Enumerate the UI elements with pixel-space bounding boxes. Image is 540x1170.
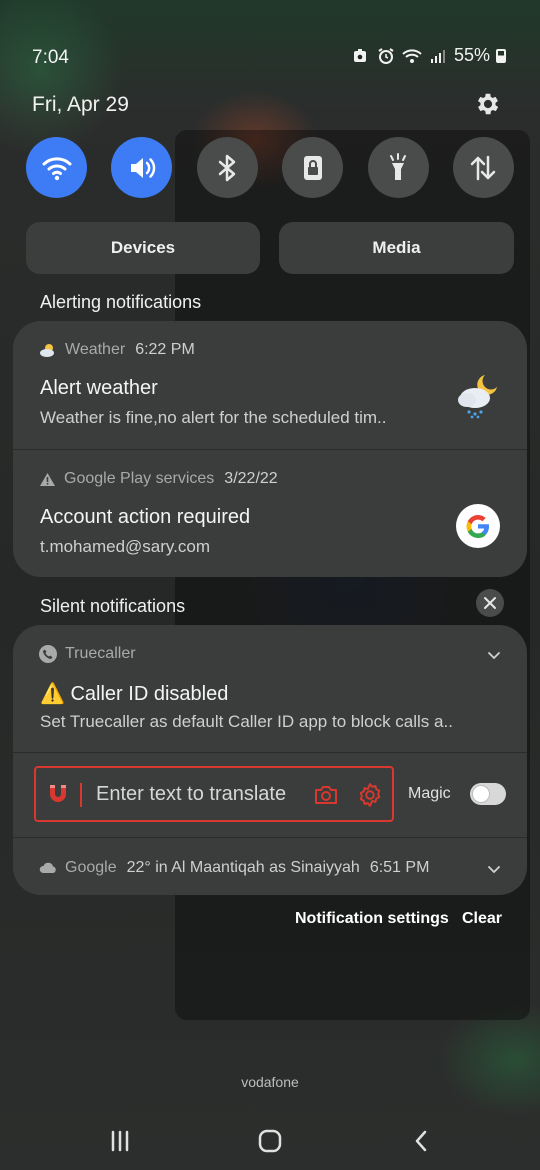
devices-button[interactable]: Devices — [26, 222, 260, 274]
status-icons: 55% — [350, 45, 506, 66]
media-button[interactable]: Media — [279, 222, 514, 274]
cell-signal-icon — [428, 46, 448, 66]
play-services-app-row: Google Play services 3/22/22 — [39, 470, 278, 488]
weather-time: 6:22 PM — [135, 341, 195, 358]
google-g-icon — [456, 504, 500, 548]
phone-icon — [39, 645, 57, 663]
chevron-down-icon[interactable] — [487, 648, 501, 662]
carrier-label: vodafone — [241, 1074, 299, 1090]
recents-icon[interactable] — [107, 1128, 133, 1154]
screen-lock-toggle[interactable] — [282, 137, 344, 198]
divider — [13, 837, 527, 838]
toggle-knob — [473, 786, 489, 802]
status-time: 7:04 — [32, 47, 69, 68]
gear-icon[interactable] — [474, 90, 502, 118]
truecaller-app-row: Truecaller — [39, 645, 136, 663]
quick-settings-row — [26, 137, 514, 198]
weather-title: Alert weather — [40, 377, 158, 399]
date: Fri, Apr 29 — [32, 93, 129, 116]
cloud-icon — [39, 862, 56, 873]
data-arrows-icon — [471, 155, 496, 180]
home-icon[interactable] — [257, 1128, 283, 1154]
caller-id-title: Caller ID disabled — [70, 683, 229, 705]
divider — [13, 752, 527, 753]
flashlight-toggle[interactable] — [367, 137, 429, 198]
magic-toggle[interactable] — [470, 783, 506, 805]
rain-cloud-moon-icon — [458, 375, 497, 419]
warning-triangle-icon — [40, 472, 55, 486]
google-weather-text: 22° in Al Maantiqah as Sinaiyyah — [126, 859, 360, 876]
bluetooth-toggle[interactable] — [196, 137, 258, 198]
camera-icon[interactable] — [313, 783, 339, 807]
silent-notifications-card: Truecaller ⚠️ Caller ID disabled Set Tru… — [13, 625, 527, 895]
truecaller-body: Set Truecaller as default Caller ID app … — [40, 712, 453, 731]
speaker-icon — [130, 157, 156, 178]
weather-app-name: Weather — [65, 341, 126, 358]
alarm-icon — [376, 46, 396, 66]
google-weather-time: 6:51 PM — [369, 859, 430, 876]
warning-icon: ⚠️ — [40, 683, 65, 705]
translate-settings-icon[interactable] — [357, 782, 383, 808]
alerting-notifications-card: Weather 6:22 PM Alert weather Weather is… — [13, 321, 527, 577]
bluetooth-icon — [219, 154, 236, 181]
screenshot-icon — [350, 46, 370, 66]
silent-section-title: Silent notifications — [40, 596, 186, 616]
play-services-app-name: Google Play services — [64, 470, 215, 487]
play-services-time: 3/22/22 — [224, 470, 278, 487]
weather-body: Weather is fine,no alert for the schedul… — [40, 408, 387, 427]
dismiss-silent-button[interactable] — [476, 589, 504, 617]
back-icon[interactable] — [409, 1128, 435, 1154]
weather-app-row: Weather 6:22 PM — [39, 341, 195, 359]
divider — [13, 449, 527, 450]
translator-logo-icon — [50, 785, 66, 802]
wifi-signal-icon — [402, 46, 422, 66]
account-email: t.mohamed@sary.com — [40, 537, 210, 556]
lock-icon — [303, 155, 322, 180]
wifi-toggle[interactable] — [26, 137, 87, 198]
account-action-title: Account action required — [40, 506, 251, 528]
flashlight-icon — [390, 152, 407, 180]
weather-app-icon — [40, 344, 54, 357]
magic-label: Magic — [408, 785, 451, 802]
alerting-section-title: Alerting notifications — [40, 292, 202, 312]
google-app-row: Google 22° in Al Maantiqah as Sinaiyyah … — [39, 859, 429, 877]
translate-input-box[interactable]: Enter text to translate — [34, 766, 394, 822]
translate-placeholder[interactable]: Enter text to translate — [96, 783, 286, 806]
navigation-bar — [0, 1120, 540, 1160]
wifi-icon — [42, 156, 71, 180]
close-icon — [484, 597, 496, 609]
battery-icon — [496, 48, 506, 63]
clear-button[interactable]: Clear — [462, 910, 502, 928]
battery-percent: 55% — [453, 45, 490, 65]
truecaller-app-name: Truecaller — [65, 645, 136, 662]
google-app-name: Google — [65, 859, 117, 876]
chevron-down-icon[interactable] — [487, 862, 501, 876]
sound-toggle[interactable] — [111, 137, 173, 198]
notification-settings-button[interactable]: Notification settings — [295, 910, 449, 928]
separator — [80, 783, 82, 807]
caller-id-title-row: ⚠️ Caller ID disabled — [40, 681, 228, 706]
mobile-data-toggle[interactable] — [452, 137, 514, 198]
